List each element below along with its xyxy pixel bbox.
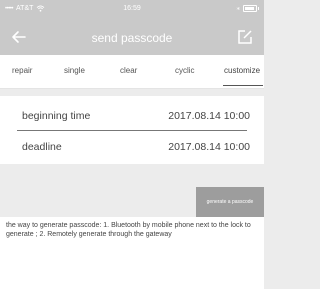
- status-right: ⁎: [236, 4, 259, 12]
- tab-repair[interactable]: repair: [12, 66, 32, 75]
- instruction-note: the way to generate passcode: 1. Bluetoo…: [0, 217, 264, 289]
- battery-tip: [258, 6, 259, 10]
- tab-single[interactable]: single: [64, 66, 85, 75]
- tab-bar: repair single clear cyclic customize: [0, 55, 264, 89]
- page-title: send passcode: [91, 31, 173, 45]
- deadline-label: deadline: [22, 141, 62, 153]
- beginning-time-label: beginning time: [22, 110, 91, 122]
- back-button[interactable]: [8, 26, 30, 48]
- tab-cyclic[interactable]: cyclic: [175, 66, 195, 75]
- deadline-value[interactable]: 2017.08.14 10:00: [168, 141, 250, 153]
- generate-passcode-button[interactable]: generate a passcode: [196, 187, 264, 217]
- time-form: beginning time 2017.08.14 10:00 deadline…: [0, 96, 264, 164]
- active-tab-indicator: [223, 85, 263, 86]
- status-time: 16:59: [123, 5, 141, 12]
- tab-clear[interactable]: clear: [120, 66, 137, 75]
- back-arrow-icon: [12, 31, 26, 43]
- nav-bar: send passcode: [0, 22, 264, 52]
- tab-customize[interactable]: customize: [224, 66, 260, 75]
- status-bar: ••••• AT&T 16:59 ⁎: [0, 0, 264, 18]
- row-divider: [17, 130, 247, 131]
- edit-icon: [238, 30, 252, 44]
- bluetooth-icon: ⁎: [236, 5, 241, 12]
- edit-button[interactable]: [236, 28, 254, 46]
- beginning-time-value[interactable]: 2017.08.14 10:00: [168, 110, 250, 122]
- header: ••••• AT&T 16:59 ⁎ send passcode: [0, 0, 264, 55]
- battery-icon: [243, 4, 257, 12]
